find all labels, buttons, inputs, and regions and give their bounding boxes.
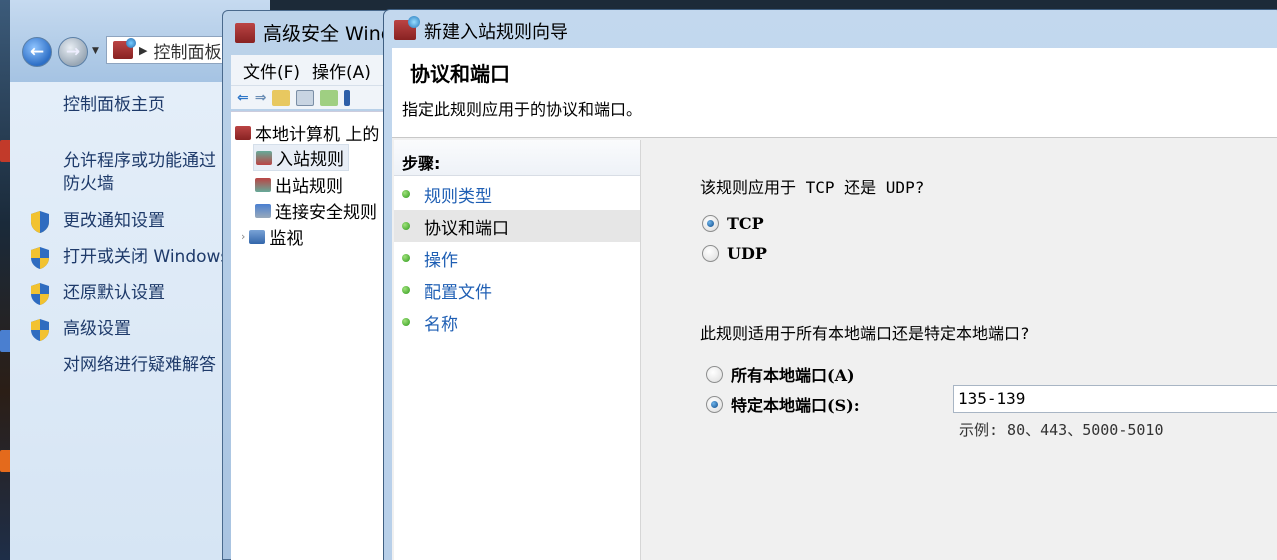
arrow-right-icon: → (65, 42, 81, 62)
udp-radio-button[interactable] (702, 245, 719, 262)
shield-icon (29, 210, 51, 234)
tree-item-label: 出站规则 (275, 177, 343, 197)
step-bullet-icon (402, 222, 410, 230)
step-bullet-icon (402, 254, 410, 262)
breadcrumb[interactable]: 控制面板 (153, 38, 221, 63)
outbound-rules-icon (255, 177, 271, 192)
protocol-question: 该规则应用于 TCP 还是 UDP? (700, 178, 925, 197)
specific-ports-radio-label[interactable]: 特定本地端口(S): (731, 392, 860, 416)
all-ports-radio-label[interactable]: 所有本地端口(A) (731, 362, 855, 386)
specific-ports-input[interactable]: 135-139 (953, 385, 1277, 413)
tree-root-label: 本地计算机 上的 (255, 125, 380, 145)
toggle-firewall-link[interactable]: 打开或关闭 Windows (63, 246, 229, 269)
tree-item-monitor[interactable]: › 监视 (241, 224, 303, 249)
tree-item-label: 入站规则 (276, 150, 344, 170)
monitor-icon (249, 229, 266, 244)
step-bullet-icon (402, 318, 410, 326)
step-name[interactable]: 名称 (394, 306, 640, 338)
allow-programs-link-line1: 允许程序或功能通过 (63, 151, 216, 171)
steps-panel: 步骤: 规则类型 协议和端口 操作 配置文件 名称 (394, 140, 641, 560)
tree-item-inbound-rules[interactable]: 入站规则 (253, 144, 349, 171)
chevron-right-icon: ▶ (139, 43, 148, 57)
tcp-radio-option[interactable]: TCP (702, 214, 764, 233)
shield-icon (29, 282, 51, 306)
allow-programs-link-line2: 防火墙 (63, 173, 114, 194)
port-question: 此规则适用于所有本地端口还是特定本地端口? (700, 324, 1030, 343)
connection-security-icon (255, 203, 271, 218)
expand-chevron-icon[interactable]: › (241, 230, 245, 243)
all-ports-radio-option[interactable]: 所有本地端口(A) (706, 362, 855, 386)
forward-button[interactable]: → (58, 37, 88, 67)
step-label: 配置文件 (424, 282, 492, 303)
steps-header: 步骤: (394, 140, 640, 176)
step-label: 规则类型 (424, 186, 492, 207)
change-notifications-link[interactable]: 更改通知设置 (63, 210, 165, 233)
step-label: 协议和端口 (424, 218, 509, 239)
page-title: 协议和端口 (410, 62, 510, 86)
tree-root[interactable]: 本地计算机 上的 (235, 120, 379, 145)
up-folder-icon[interactable] (272, 89, 291, 106)
toolbar: ⇐ ⇒ (231, 85, 401, 109)
tree-item-label: 连接安全规则 (275, 203, 377, 223)
history-dropdown-icon[interactable]: ▼ (92, 46, 99, 56)
all-ports-radio-button[interactable] (706, 365, 723, 383)
menu-bar: 文件(F) 操作(A) (231, 55, 401, 85)
step-profile[interactable]: 配置文件 (394, 274, 640, 306)
inbound-rules-icon (256, 150, 272, 165)
back-button[interactable]: ← (22, 37, 52, 67)
tree-item-label: 监视 (269, 229, 304, 249)
step-bullet-icon (402, 190, 410, 198)
new-inbound-rule-wizard: 新建入站规则向导 协议和端口 指定此规则应用于的协议和端口。 步骤: 规则类型 … (383, 9, 1277, 560)
control-panel-home-link[interactable]: 控制面板主页 (63, 94, 165, 117)
step-label: 操作 (424, 250, 458, 271)
troubleshoot-link[interactable]: 对网络进行疑难解答 (63, 354, 216, 377)
tree-item-outbound-rules[interactable]: 出站规则 (255, 172, 343, 197)
page-subtitle: 指定此规则应用于的协议和端口。 (402, 100, 643, 119)
menu-action[interactable]: 操作(A) (312, 58, 371, 83)
step-rule-type[interactable]: 规则类型 (394, 178, 640, 210)
wizard-header: 协议和端口 指定此规则应用于的协议和端口。 (392, 48, 1277, 138)
allow-programs-link[interactable]: 允许程序或功能通过 防火墙 (63, 150, 216, 196)
port-example-hint: 示例: 80、443、5000-5010 (959, 421, 1164, 439)
tcp-radio-button[interactable] (702, 215, 719, 232)
forward-arrow-icon[interactable]: ⇒ (255, 90, 267, 106)
export-icon[interactable] (320, 89, 339, 106)
step-bullet-icon (402, 286, 410, 294)
firewall-icon (235, 23, 255, 43)
protocol-port-form: 该规则应用于 TCP 还是 UDP? TCP UDP 此规则适用于所有本地端口还… (642, 140, 1277, 560)
menu-file[interactable]: 文件(F) (243, 58, 300, 83)
specific-ports-radio-option[interactable]: 特定本地端口(S): (706, 392, 860, 416)
shield-icon (29, 246, 51, 270)
specific-ports-radio-button[interactable] (706, 395, 723, 413)
restore-defaults-link[interactable]: 还原默认设置 (63, 282, 165, 305)
console-tree: 本地计算机 上的 入站规则 出站规则 连接安全规则 › 监视 (231, 111, 401, 560)
firewall-icon (394, 16, 420, 40)
udp-radio-label[interactable]: UDP (727, 244, 767, 263)
tree-item-connection-security[interactable]: 连接安全规则 (255, 198, 377, 223)
wizard-title: 新建入站规则向导 (424, 22, 568, 43)
step-label: 名称 (424, 314, 458, 335)
firewall-icon (113, 38, 136, 59)
back-arrow-icon[interactable]: ⇐ (237, 90, 249, 106)
advanced-security-window: 高级安全 Windows 文件(F) 操作(A) ⇐ ⇒ 本地计算机 上的 入站… (222, 10, 430, 560)
udp-radio-option[interactable]: UDP (702, 244, 767, 263)
tcp-radio-label[interactable]: TCP (727, 214, 764, 233)
show-hide-tree-icon[interactable] (296, 89, 315, 106)
help-icon[interactable] (344, 89, 351, 106)
firewall-icon (235, 125, 251, 140)
step-action[interactable]: 操作 (394, 242, 640, 274)
step-protocol-and-ports[interactable]: 协议和端口 (394, 210, 640, 242)
arrow-left-icon: ← (29, 42, 45, 62)
advanced-settings-link[interactable]: 高级设置 (63, 318, 131, 341)
shield-icon (29, 318, 51, 342)
wizard-body: 协议和端口 指定此规则应用于的协议和端口。 步骤: 规则类型 协议和端口 操作 … (392, 48, 1277, 560)
